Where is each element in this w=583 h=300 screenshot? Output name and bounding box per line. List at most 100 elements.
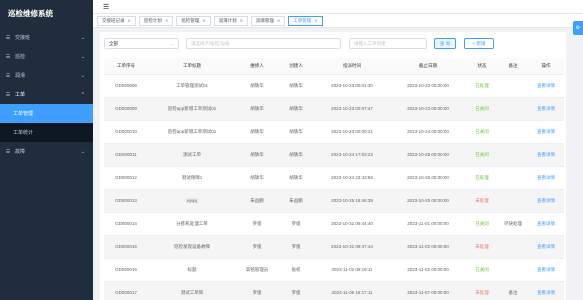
repairer-cell: 胡轶华 <box>236 143 278 167</box>
tab-label: 工单管理 <box>293 18 312 23</box>
assigned-time-cell: 2023-10-23 00:07:47 <box>314 97 390 121</box>
title-cell: jsjsjsj <box>148 189 236 213</box>
chevron-down-icon: ⌄ <box>80 72 85 79</box>
title-cell: 测试保障1 <box>148 166 236 190</box>
assigned-time-cell: 2023-10-31 09:47:44 <box>314 235 390 259</box>
view-details-link[interactable]: 查看详情 <box>528 143 564 167</box>
main-content: 全部 ⌄ 查 询 + 新增 工单序号 工单标题 维修人 创建人 指派时间 截止日… <box>100 32 566 300</box>
status-cell: 未处理 <box>466 281 498 300</box>
close-icon[interactable]: ✕ <box>128 16 131 25</box>
sidebar-item-workorder[interactable]: ☰ 工单 ⌃ <box>0 85 93 104</box>
sidebar-item-fault[interactable]: ☰ 故障 ⌄ <box>0 142 93 161</box>
column-header: 维修人 <box>236 58 278 75</box>
view-details-link[interactable]: 查看详情 <box>528 235 564 259</box>
deadline-cell: 2023-10-25 00:00:00 <box>390 189 466 213</box>
order-id-cell: GD000010 <box>104 120 148 144</box>
status-cell: 已处理 <box>466 74 498 98</box>
sidebar-item-label: 工单统计 <box>13 130 34 136</box>
sidebar-item-label: 巡检 <box>15 54 26 60</box>
table-row: GD000013 jsjsjsj 朱益鹏 朱益鹏 2023-10-25 18:46:39… <box>104 189 564 213</box>
add-button[interactable]: + 新增 <box>464 38 494 49</box>
view-details-link[interactable]: 查看详情 <box>528 120 564 144</box>
remark-cell <box>498 74 528 98</box>
tab-label: 交接班记录 <box>102 18 125 23</box>
sidebar-item-label: 工单 <box>15 92 26 98</box>
column-header: 工单序号 <box>104 58 148 75</box>
status-cell: 未处理 <box>466 189 498 213</box>
remark-cell: 备注 <box>498 281 528 300</box>
title-cell: 工单管理测试01 <box>148 74 236 98</box>
column-header: 状态 <box>466 58 498 75</box>
view-details-link[interactable]: 查看详情 <box>528 258 564 282</box>
view-details-link[interactable]: 查看详情 <box>528 166 564 190</box>
status-cell: 已关闭 <box>466 120 498 144</box>
assigned-time-cell: 2023-10-24 23:43:56 <box>314 166 390 190</box>
status-cell: 已关闭 <box>466 212 498 236</box>
order-id-cell: GD000009 <box>104 97 148 121</box>
sidebar-item-label: 交接班 <box>15 35 31 41</box>
status-cell: 已关闭 <box>466 258 498 282</box>
status-select-value: 全部 <box>109 41 118 46</box>
chevron-down-icon: ⌄ <box>170 41 174 46</box>
order-id-cell: GD000012 <box>104 166 148 190</box>
status-cell: 已处理 <box>466 166 498 190</box>
tab-workorder-management[interactable]: 工单管理 ✕ <box>288 15 323 26</box>
close-icon[interactable]: ✕ <box>165 16 168 25</box>
creator-cell: 朱益鹏 <box>278 189 314 213</box>
sidebar-item-lubrication[interactable]: ☰ 润滑 ⌄ <box>0 66 93 85</box>
sidebar-item-inspection[interactable]: ☰ 巡检 ⌄ <box>0 47 93 66</box>
order-id-cell: GD000011 <box>104 143 148 167</box>
tab-lubrication-plan[interactable]: 润滑计划 ✕ <box>213 15 248 26</box>
app-title: 巡检维修系统 <box>8 9 53 18</box>
assigned-time-cell: 2023-10-23 00:09:21 <box>314 120 390 144</box>
view-details-link[interactable]: 查看详情 <box>528 212 564 236</box>
table-row: GD000009 巡检app新增工单测试01 胡轶华 胡轶华 2023-10-23 00… <box>104 97 564 121</box>
view-details-link[interactable]: 查看详情 <box>528 281 564 300</box>
order-id-cell: GD000015 <box>104 235 148 259</box>
close-icon[interactable]: ✕ <box>240 16 243 25</box>
tab-label: 润滑管理 <box>255 18 274 23</box>
creator-cell: 罗俊 <box>278 235 314 259</box>
remark-cell <box>498 97 528 121</box>
tab-handover-log[interactable]: 交接班记录 ✕ <box>97 15 136 26</box>
table-row: GD000010 巡检app新增工单测试01 胡轶华 胡轶华 2023-10-23 00… <box>104 120 564 144</box>
status-select[interactable]: 全部 ⌄ <box>104 38 179 49</box>
hamburger-icon[interactable]: ☰ <box>103 3 109 11</box>
column-header: 操作 <box>528 58 564 75</box>
tabs-bar: 交接班记录 ✕ 巡检计划 ✕ 巡检管理 ✕ 润滑计划 ✕ 润滑管理 ✕ 工单管理 ✕ <box>93 14 583 28</box>
close-icon[interactable]: ✕ <box>202 16 205 25</box>
title-cell: 测试工单 <box>148 143 236 167</box>
title-cell: 分拣机处理工单 <box>148 212 236 236</box>
column-header: 指派时间 <box>314 58 390 75</box>
creator-cell: 罗俊 <box>278 212 314 236</box>
title-cell: 标题 <box>148 258 236 282</box>
settings-icon[interactable]: ⚙ <box>573 21 583 35</box>
search-button[interactable]: 查 询 <box>434 38 456 49</box>
tab-lubrication-management[interactable]: 润滑管理 ✕ <box>250 15 286 26</box>
order-id-cell: GD000014 <box>104 212 148 236</box>
keyword-input[interactable] <box>186 38 341 49</box>
deadline-cell: 2023-11-01 00:00:00 <box>390 212 466 236</box>
table-header-row: 工单序号 工单标题 维修人 创建人 指派时间 截止日期 状态 备注 操作 <box>104 58 564 75</box>
repairer-cell: 胡轶华 <box>236 166 278 190</box>
repairer-cell: 胡轶华 <box>236 120 278 144</box>
remark-cell <box>498 235 528 259</box>
view-details-link[interactable]: 查看详情 <box>528 97 564 121</box>
view-details-link[interactable]: 查看详情 <box>528 189 564 213</box>
tab-inspection-plan[interactable]: 巡检计划 ✕ <box>138 15 174 26</box>
sidebar-item-workorder-stats[interactable]: 工单统计 <box>0 123 93 142</box>
creator-input[interactable] <box>349 38 427 49</box>
assigned-time-cell: 2023-10-23 00:01:30 <box>314 74 390 98</box>
sidebar-item-handover[interactable]: ☰ 交接班 ⌄ <box>0 28 93 47</box>
repairer-cell: 胡轶华 <box>236 97 278 121</box>
deadline-cell: 2023-10-25 00:00:00 <box>390 166 466 190</box>
deadline-cell: 2023-10-23 00:00:00 <box>390 74 466 98</box>
chevron-down-icon: ⌄ <box>80 34 85 41</box>
tab-inspection-management[interactable]: 巡检管理 ✕ <box>176 15 211 26</box>
close-icon[interactable]: ✕ <box>277 16 280 25</box>
sidebar-item-workorder-management[interactable]: 工单管理 <box>0 104 93 123</box>
view-details-link[interactable]: 查看详情 <box>528 74 564 98</box>
close-icon[interactable]: ✕ <box>314 16 317 25</box>
deadline-cell: 2023-10-24 00:00:00 <box>390 120 466 144</box>
sidebar-item-label: 故障 <box>15 149 26 155</box>
